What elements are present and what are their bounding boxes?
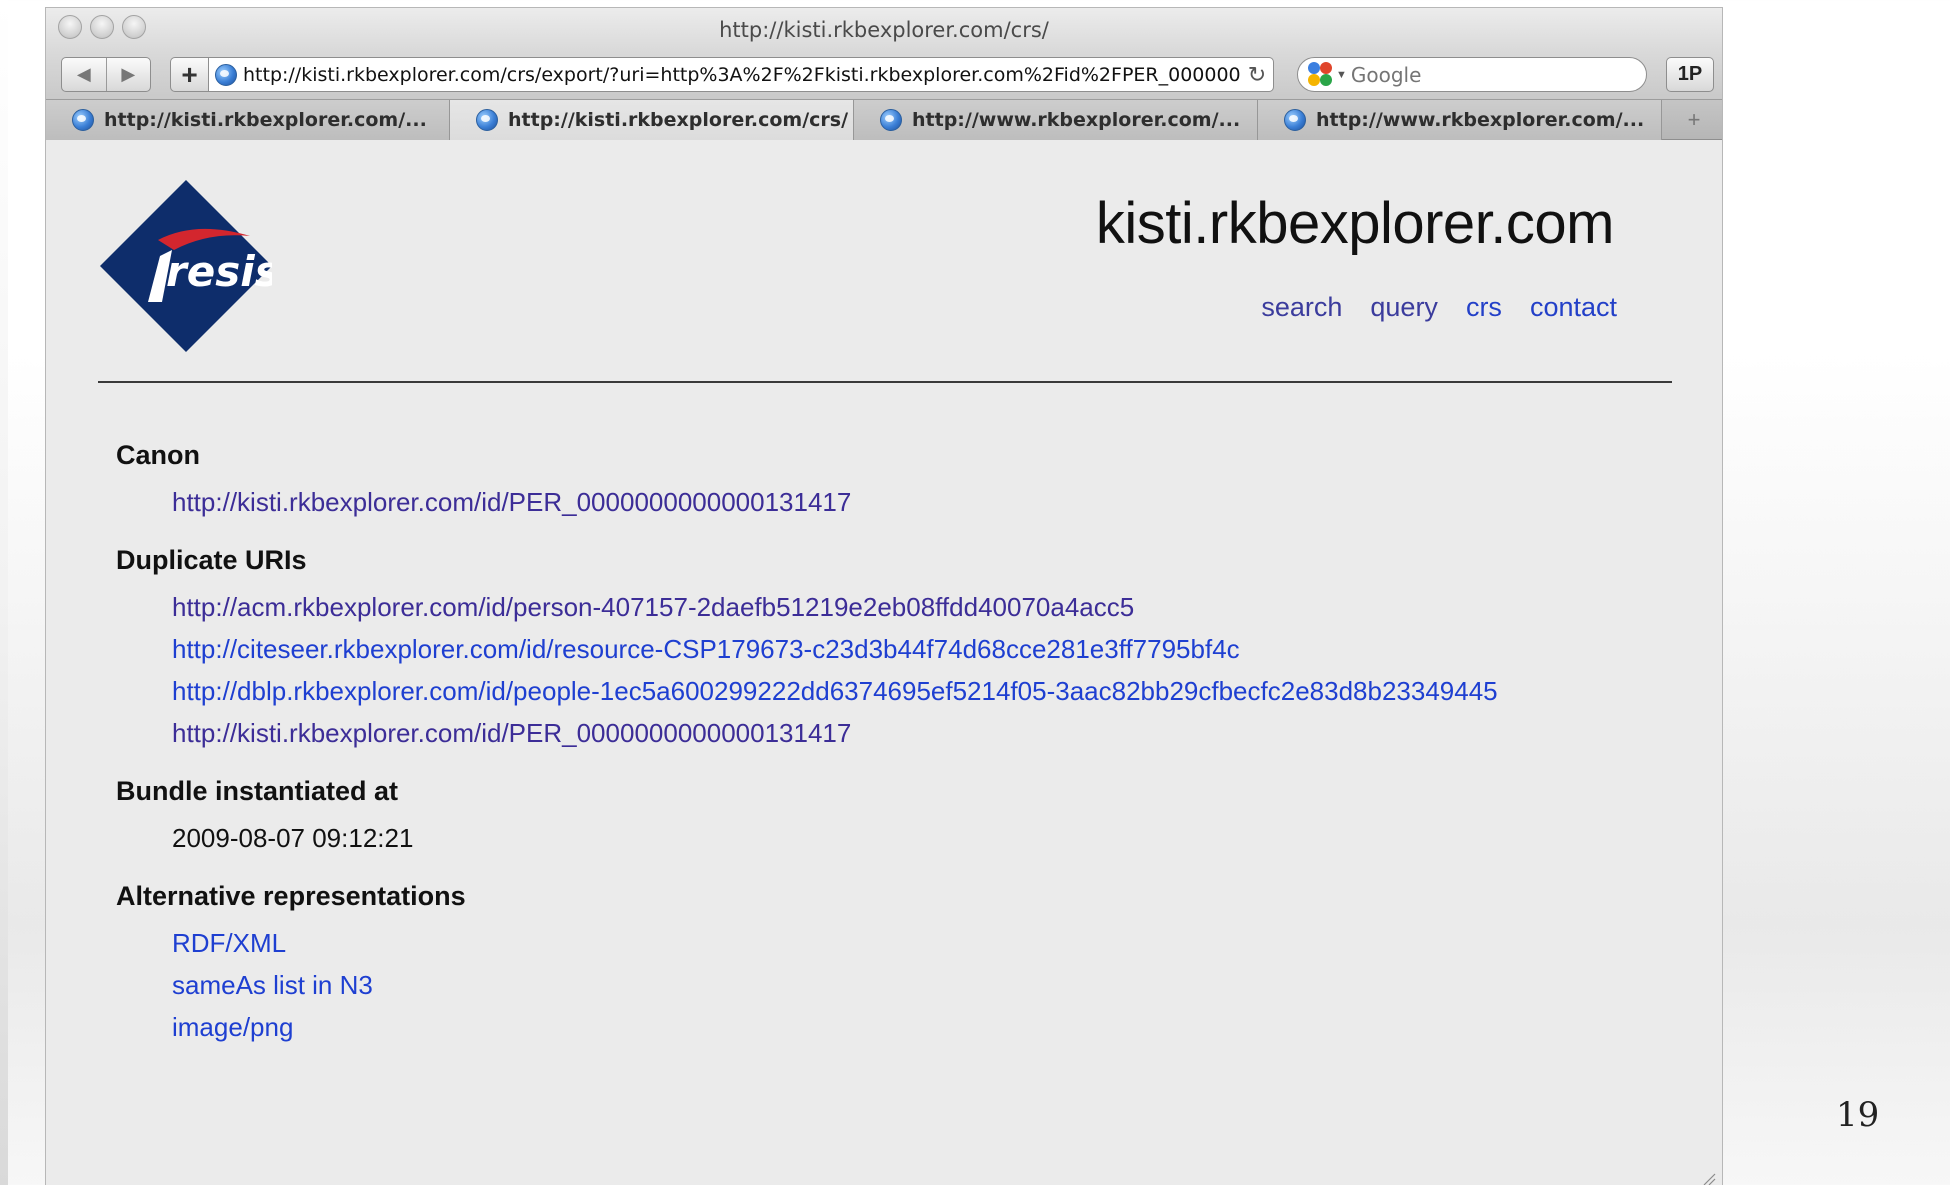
add-bookmark-button[interactable]: +	[170, 57, 208, 92]
search-input[interactable]	[1350, 62, 1611, 87]
globe-icon	[880, 109, 902, 131]
globe-icon	[1284, 109, 1306, 131]
nav-search-link[interactable]: search	[1261, 292, 1342, 323]
tab-label: http://www.rkbexplorer.com/...	[912, 109, 1241, 131]
tab-label: http://kisti.rkbexplorer.com/crs/	[508, 109, 849, 131]
rdf-xml-link[interactable]: RDF/XML	[172, 922, 1498, 964]
address-input[interactable]: http://kisti.rkbexplorer.com/crs/export/…	[237, 64, 1241, 86]
duplicates-heading: Duplicate URIs	[116, 545, 307, 575]
nav-crs-link[interactable]: crs	[1466, 292, 1502, 323]
bundle-timestamp: 2009-08-07 09:12:21	[172, 823, 414, 853]
globe-icon	[72, 109, 94, 131]
address-bar[interactable]: http://kisti.rkbexplorer.com/crs/export/…	[208, 57, 1274, 92]
duplicate-uri-link[interactable]: http://acm.rkbexplorer.com/id/person-407…	[172, 586, 1498, 628]
header-divider	[98, 381, 1672, 383]
resize-handle-icon[interactable]	[1702, 1172, 1716, 1185]
tab-label: http://kisti.rkbexplorer.com/...	[104, 109, 427, 131]
alternatives-heading: Alternative representations	[116, 881, 466, 911]
sameas-n3-link[interactable]: sameAs list in N3	[172, 964, 1498, 1006]
duplicate-uri-link[interactable]: http://dblp.rkbexplorer.com/id/people-1e…	[172, 670, 1498, 712]
browser-window: http://kisti.rkbexplorer.com/crs/ ◀ ▶ + …	[45, 7, 1723, 1185]
canon-heading: Canon	[116, 440, 200, 470]
slide-edge	[0, 0, 8, 1185]
chevron-down-icon[interactable]: ▼	[1336, 69, 1347, 81]
reload-icon[interactable]: ↻	[1241, 62, 1273, 88]
web-page: resist kisti.rkbexplorer.com search quer…	[46, 140, 1722, 1185]
image-png-link[interactable]: image/png	[172, 1006, 1498, 1048]
search-field[interactable]: ▼	[1297, 57, 1647, 92]
site-nav: search query crs contact	[1261, 292, 1617, 323]
tab-bar: http://kisti.rkbexplorer.com/... http://…	[46, 100, 1722, 140]
title-bar: http://kisti.rkbexplorer.com/crs/	[46, 8, 1722, 50]
alternatives-section: Alternative representations RDF/XML same…	[116, 881, 1498, 1048]
globe-icon	[215, 63, 237, 86]
toolbar: ◀ ▶ + http://kisti.rkbexplorer.com/crs/e…	[46, 50, 1722, 100]
logo-text: resist	[166, 247, 272, 296]
bundle-section: Bundle instantiated at 2009-08-07 09:12:…	[116, 776, 1498, 859]
tab-3[interactable]: http://www.rkbexplorer.com/...	[854, 100, 1258, 140]
duplicates-section: Duplicate URIs http://acm.rkbexplorer.co…	[116, 545, 1498, 754]
tab-2[interactable]: http://kisti.rkbexplorer.com/crs/	[450, 100, 854, 140]
canon-section: Canon http://kisti.rkbexplorer.com/id/PE…	[116, 440, 1498, 523]
duplicate-uri-link[interactable]: http://kisti.rkbexplorer.com/id/PER_0000…	[172, 712, 1498, 754]
plus-icon: +	[1687, 107, 1701, 132]
back-arrow-icon: ◀	[76, 64, 91, 84]
window-title: http://kisti.rkbexplorer.com/crs/	[719, 18, 1049, 42]
duplicate-uri-link[interactable]: http://citeseer.rkbexplorer.com/id/resou…	[172, 628, 1498, 670]
tab-1[interactable]: http://kisti.rkbexplorer.com/...	[46, 100, 450, 140]
forward-button[interactable]: ▶	[105, 58, 151, 91]
bundle-heading: Bundle instantiated at	[116, 776, 399, 806]
google-icon	[1308, 61, 1334, 88]
globe-icon	[476, 109, 498, 131]
site-title: kisti.rkbexplorer.com	[1095, 191, 1615, 256]
canon-uri-link[interactable]: http://kisti.rkbexplorer.com/id/PER_0000…	[172, 481, 1498, 523]
tab-4[interactable]: http://www.rkbexplorer.com/...	[1258, 100, 1662, 140]
new-tab-button[interactable]: +	[1666, 100, 1722, 140]
resist-logo: resist	[100, 180, 272, 352]
plugin-button[interactable]: 1P	[1666, 57, 1714, 92]
main-content: Canon http://kisti.rkbexplorer.com/id/PE…	[116, 440, 1498, 1070]
forward-arrow-icon: ▶	[121, 64, 136, 84]
nav-button-group: ◀ ▶	[61, 57, 151, 92]
slide-number: 19	[1836, 1095, 1880, 1135]
back-button[interactable]: ◀	[62, 58, 106, 91]
tab-label: http://www.rkbexplorer.com/...	[1316, 109, 1645, 131]
nav-query-link[interactable]: query	[1370, 292, 1438, 323]
plus-icon: +	[181, 58, 198, 90]
nav-contact-link[interactable]: contact	[1530, 292, 1617, 323]
